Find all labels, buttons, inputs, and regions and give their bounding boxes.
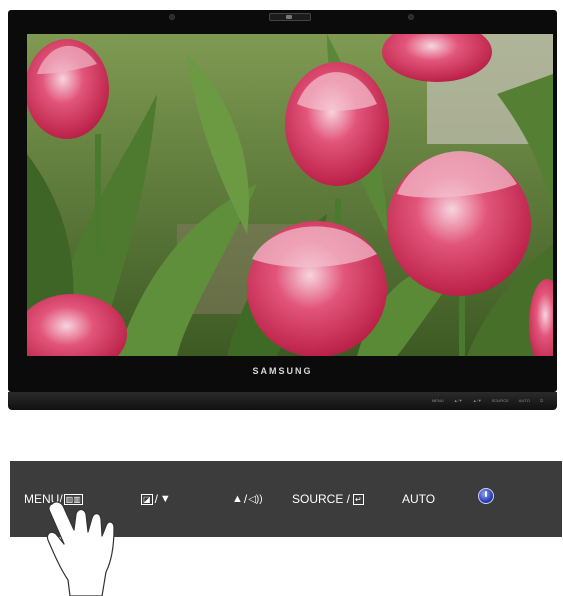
monitor-screen (27, 34, 553, 356)
up-arrow-icon: ▲ (232, 493, 243, 505)
base-label-power: ⏻ (539, 398, 543, 403)
magic-bright-icon: ◪ (141, 493, 153, 505)
base-label-volume: ▲/▼ (472, 398, 482, 403)
base-label-menu: MENU (431, 398, 444, 403)
volume-up-button[interactable]: ▲ / ◁)) (232, 492, 263, 506)
monitor-base: MENU ▲/▼ ▲/▼ SOURCE AUTO ⏻ (8, 392, 557, 410)
red-tulips-photo (27, 34, 553, 356)
base-label-brightness: ▲/▼ (453, 398, 463, 403)
source-label: SOURCE / (292, 492, 351, 506)
power-icon[interactable] (478, 488, 494, 504)
webcam-bar (269, 13, 311, 21)
brand-logo: SAMSUNG (252, 366, 313, 376)
base-control-labels: MENU ▲/▼ ▲/▼ SOURCE AUTO ⏻ (432, 398, 543, 403)
monitor-top-bezel (8, 10, 557, 32)
source-button[interactable]: SOURCE / ↵ (292, 492, 364, 506)
base-label-auto: AUTO (518, 398, 530, 403)
auto-button[interactable]: AUTO (402, 492, 435, 506)
separator: / (243, 492, 248, 506)
monitor: SAMSUNG (8, 10, 557, 392)
auto-label: AUTO (402, 492, 436, 506)
sensor-dot-left (169, 14, 175, 20)
base-label-source: SOURCE (491, 398, 509, 403)
sensor-dot-right (408, 14, 414, 20)
hand-pointer-icon (46, 501, 115, 596)
separator: / (154, 492, 158, 506)
volume-icon: ◁)) (248, 493, 263, 505)
down-arrow-icon: ▼ (159, 493, 171, 505)
enter-icon: ↵ (353, 493, 364, 505)
brightness-down-button[interactable]: ◪ / ▼ (140, 492, 171, 506)
